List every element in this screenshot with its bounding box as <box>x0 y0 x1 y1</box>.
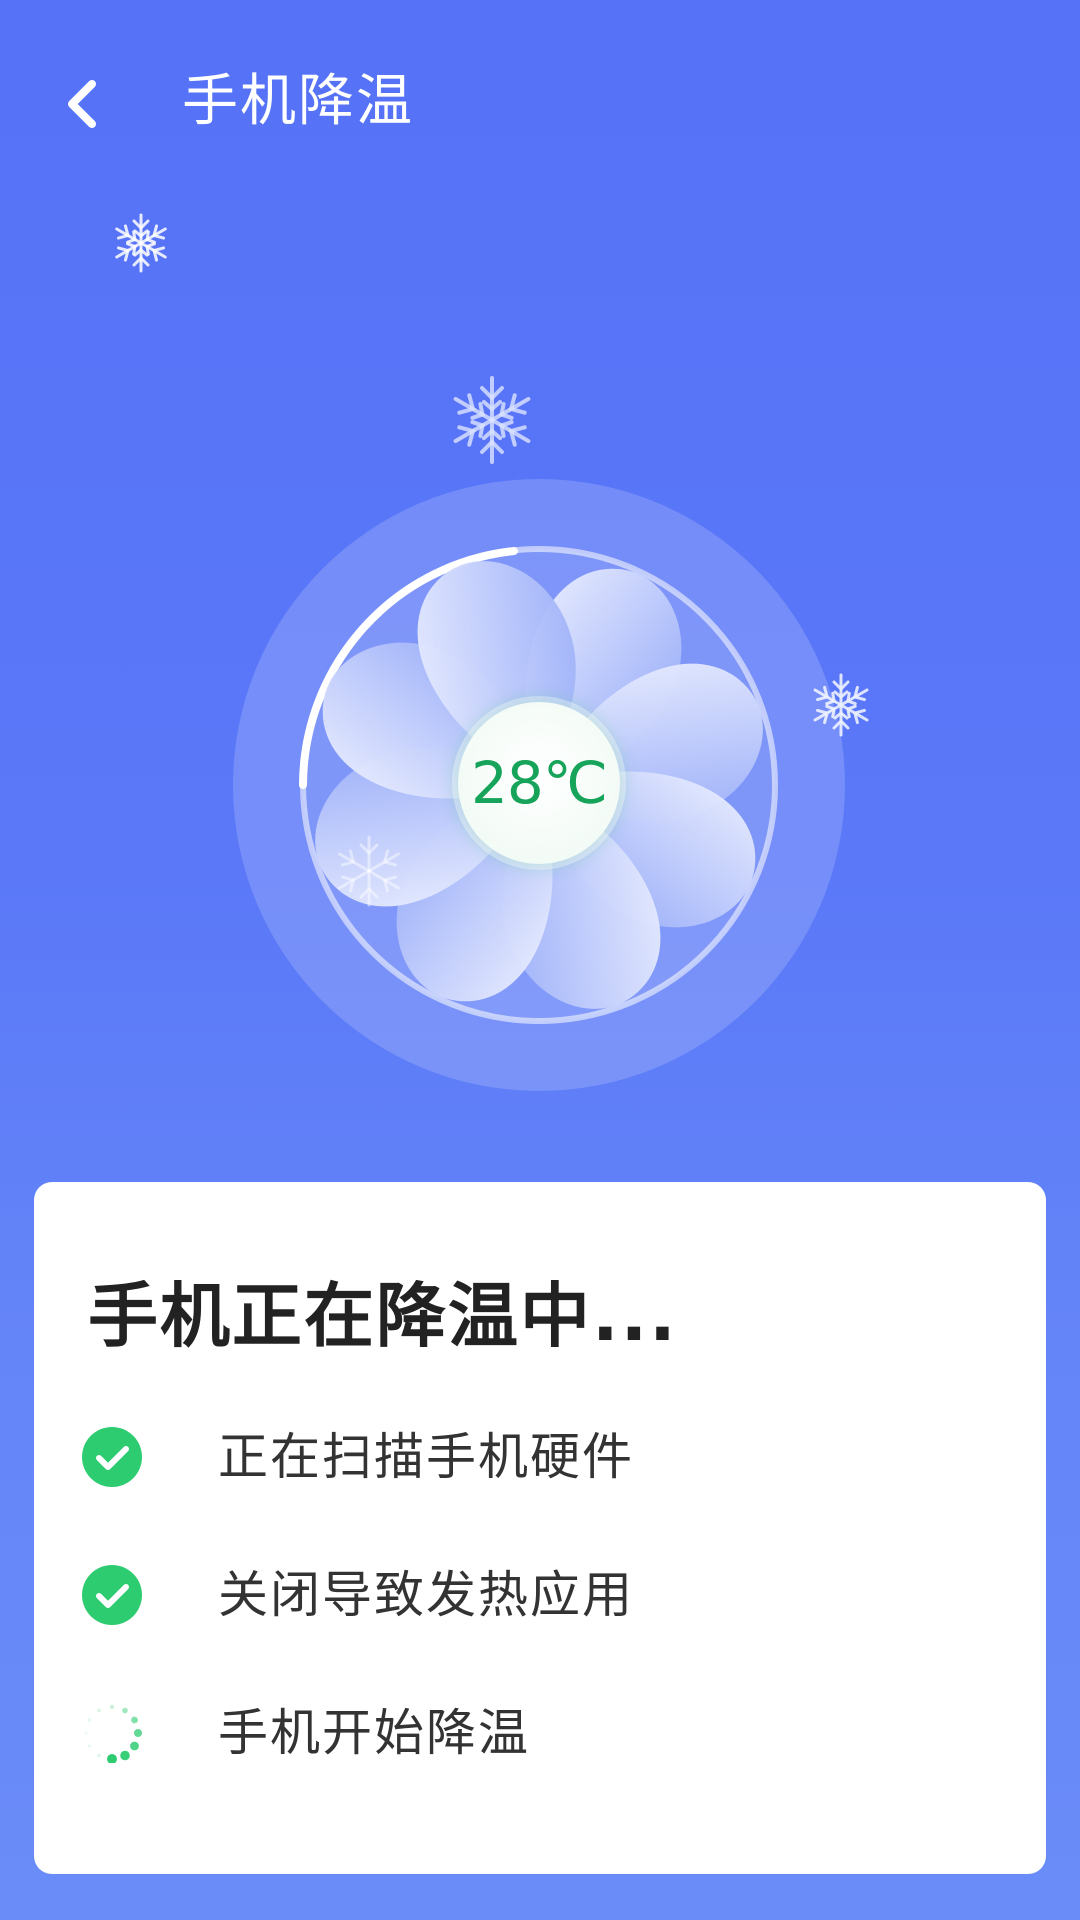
app-header: 手机降温 <box>0 0 1080 210</box>
cooling-status-card: 手机正在降温中... 正在扫描手机硬件 关闭导致发热应用 手机开始降温 <box>34 1182 1046 1874</box>
step-label: 关闭导致发热应用 <box>218 1566 634 1624</box>
step-label: 正在扫描手机硬件 <box>218 1428 634 1486</box>
snowflake-icon <box>111 213 171 273</box>
check-circle-icon <box>82 1565 142 1625</box>
step-item-close-apps: 关闭导致发热应用 <box>82 1554 982 1634</box>
card-title: 手机正在降温中... <box>88 1275 678 1357</box>
step-item-cooling: 手机开始降温 <box>82 1692 982 1772</box>
check-circle-icon <box>82 1427 142 1487</box>
step-item-scan: 正在扫描手机硬件 <box>82 1416 982 1496</box>
chevron-left-icon <box>68 80 96 128</box>
step-label: 手机开始降温 <box>218 1704 530 1762</box>
temperature-badge: 28℃ <box>458 702 620 864</box>
back-button[interactable] <box>58 68 118 138</box>
page-title: 手机降温 <box>182 69 414 134</box>
snowflake-icon <box>448 376 536 464</box>
temperature-value: 28℃ <box>471 749 608 817</box>
loading-spinner-icon <box>84 1704 142 1763</box>
